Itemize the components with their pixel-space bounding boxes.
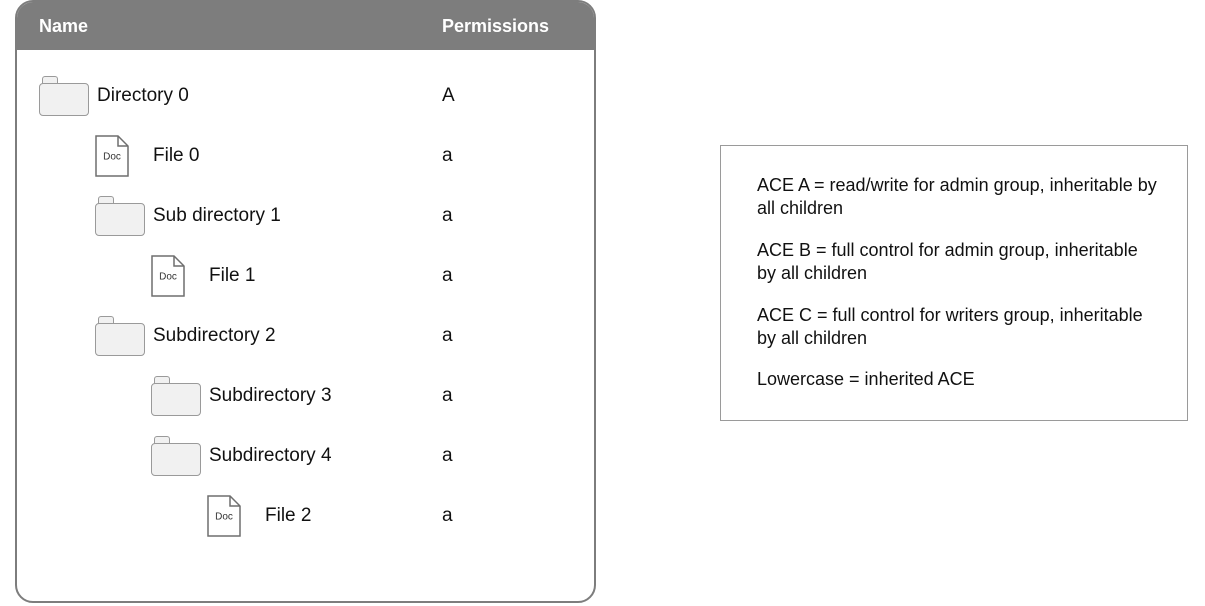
row-permission: a [442,505,572,527]
legend-box: ACE A = read/write for admin group, inhe… [720,145,1188,421]
tree-row: Subdirectory 2a [39,306,572,366]
document-icon: Doc [151,255,185,297]
row-icon-wrap [151,376,209,416]
row-icon-wrap [95,196,153,236]
row-icon-wrap [39,76,97,116]
row-permission: a [442,385,572,407]
tree-row: Doc File 0a [39,126,572,186]
row-permission: a [442,265,572,287]
document-icon-label: Doc [207,511,241,522]
row-label: Sub directory 1 [153,205,442,227]
row-permission: a [442,445,572,467]
document-icon-label: Doc [151,271,185,282]
legend-line: ACE B = full control for admin group, in… [757,239,1159,286]
tree-row: Doc File 2a [39,486,572,546]
header-name: Name [39,16,442,37]
document-icon-label: Doc [95,151,129,162]
tree-header: Name Permissions [17,2,594,50]
row-label: File 2 [265,505,442,527]
row-label: File 0 [153,145,442,167]
row-label: Directory 0 [97,85,442,107]
folder-icon [151,376,201,416]
row-icon-wrap: Doc [151,255,209,297]
directory-tree-panel: Name Permissions Directory 0ADocFile 0aS… [15,0,596,603]
legend-line: ACE A = read/write for admin group, inhe… [757,174,1159,221]
document-icon: Doc [95,135,129,177]
row-icon-wrap: Doc [207,495,265,537]
row-permission: a [442,325,572,347]
diagram-canvas: Name Permissions Directory 0ADocFile 0aS… [0,0,1205,606]
folder-icon [39,76,89,116]
row-label: Subdirectory 3 [209,385,442,407]
document-icon: Doc [207,495,241,537]
row-icon-wrap [151,436,209,476]
tree-row: Sub directory 1a [39,186,572,246]
row-icon-wrap [95,316,153,356]
row-permission: a [442,145,572,167]
folder-icon [95,316,145,356]
tree-row: Doc File 1a [39,246,572,306]
row-permission: a [442,205,572,227]
folder-icon [95,196,145,236]
folder-icon [151,436,201,476]
row-label: Subdirectory 4 [209,445,442,467]
row-permission: A [442,85,572,107]
tree-body: Directory 0ADocFile 0aSub directory 1aDo… [17,50,594,556]
tree-row: Directory 0A [39,66,572,126]
tree-row: Subdirectory 3a [39,366,572,426]
row-label: File 1 [209,265,442,287]
tree-row: Subdirectory 4a [39,426,572,486]
header-permissions: Permissions [442,16,572,37]
legend-line: ACE C = full control for writers group, … [757,304,1159,351]
row-icon-wrap: Doc [95,135,153,177]
row-label: Subdirectory 2 [153,325,442,347]
legend-line: Lowercase = inherited ACE [757,368,1159,391]
